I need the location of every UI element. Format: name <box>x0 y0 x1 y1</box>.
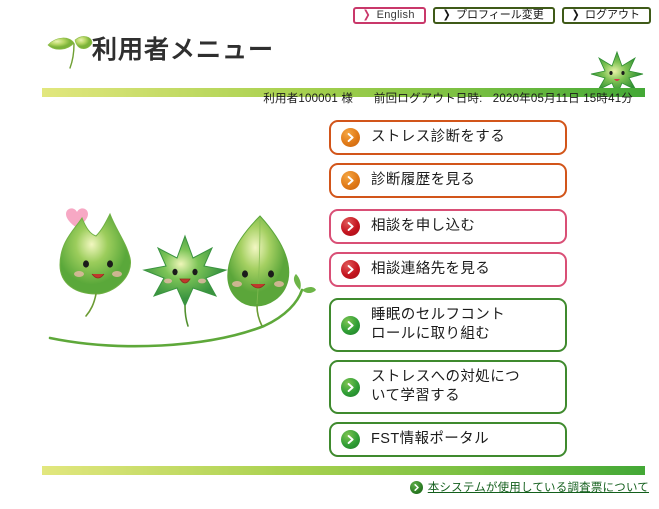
survey-info-link-label: 本システムが使用している調査票について <box>427 482 649 494</box>
willow-leaf-character <box>227 215 290 327</box>
ivy-leaf-character <box>59 212 131 317</box>
logout-button[interactable]: ❯ ログアウト <box>561 7 651 24</box>
logout-label: ログアウト <box>585 9 640 21</box>
chevron-right-circle-icon <box>341 171 360 190</box>
last-logout-value: 2020年05月11日 15時41分 <box>492 93 633 105</box>
menu-item-label: 相談連絡先を見る <box>371 261 491 277</box>
chevron-right-circle-icon <box>341 128 360 147</box>
leaf-sprout-icon <box>44 30 94 70</box>
language-english-button[interactable]: ❯ English <box>353 7 426 24</box>
menu-item-label: 相談を申し込む <box>371 218 476 234</box>
chevron-right-circle-icon <box>341 315 360 335</box>
menu-item-label: 睡眠のセルフコント ロールに取り組む <box>371 307 506 342</box>
top-navigation: ❯ English ❯ プロフィール変更 ❯ ログアウト <box>353 7 651 24</box>
menu-item-learn-stress-coping[interactable]: ストレスへの対処につ いて学習する <box>329 360 567 414</box>
survey-info-link[interactable]: 本システムが使用している調査票について <box>409 479 649 495</box>
chevron-right-icon: ❯ <box>362 9 371 21</box>
chevron-right-circle-icon <box>341 260 360 279</box>
footer-divider <box>42 466 645 475</box>
chevron-right-circle-icon <box>341 377 360 397</box>
page-title: 利用者メニュー <box>92 36 275 64</box>
menu-item-stress-check[interactable]: ストレス診断をする <box>329 120 567 155</box>
menu-item-label: 診断履歴を見る <box>371 172 476 188</box>
menu-item-diagnosis-history[interactable]: 診断履歴を見る <box>329 163 567 198</box>
edit-profile-button[interactable]: ❯ プロフィール変更 <box>432 7 555 24</box>
menu-item-fst-portal[interactable]: FST情報ポータル <box>329 422 567 457</box>
chevron-right-icon: ❯ <box>442 9 451 21</box>
three-leaf-characters-illustration <box>48 190 318 350</box>
chevron-right-circle-icon <box>341 217 360 236</box>
last-logout-label: 前回ログアウト日時: <box>373 93 483 105</box>
edit-profile-label: プロフィール変更 <box>456 9 544 21</box>
user-info-line: 利用者100001 様 前回ログアウト日時: 2020年05月11日 15時41… <box>263 90 633 106</box>
page-header: 利用者メニュー <box>0 26 659 97</box>
user-menu-page: ❯ English ❯ プロフィール変更 ❯ ログアウト 利用者メニュー 利用者… <box>0 0 659 509</box>
main-menu: ストレス診断をする 診断履歴を見る 相談を申し込む 相談連絡先を見る 睡眠のセル <box>329 120 567 465</box>
language-english-label: English <box>376 9 415 21</box>
maple-leaf-character <box>142 234 228 327</box>
menu-item-label: ストレスへの対処につ いて学習する <box>371 369 520 404</box>
chevron-right-circle-icon <box>341 430 360 449</box>
chevron-right-icon: ❯ <box>571 9 580 21</box>
menu-item-sleep-self-control[interactable]: 睡眠のセルフコント ロールに取り組む <box>329 298 567 352</box>
menu-item-label: FST情報ポータル <box>371 431 489 447</box>
chevron-right-circle-icon <box>409 480 423 494</box>
user-id-label: 利用者100001 様 <box>263 93 354 105</box>
menu-item-label: ストレス診断をする <box>371 129 506 145</box>
menu-item-apply-consultation[interactable]: 相談を申し込む <box>329 209 567 244</box>
menu-item-consultation-contacts[interactable]: 相談連絡先を見る <box>329 252 567 287</box>
